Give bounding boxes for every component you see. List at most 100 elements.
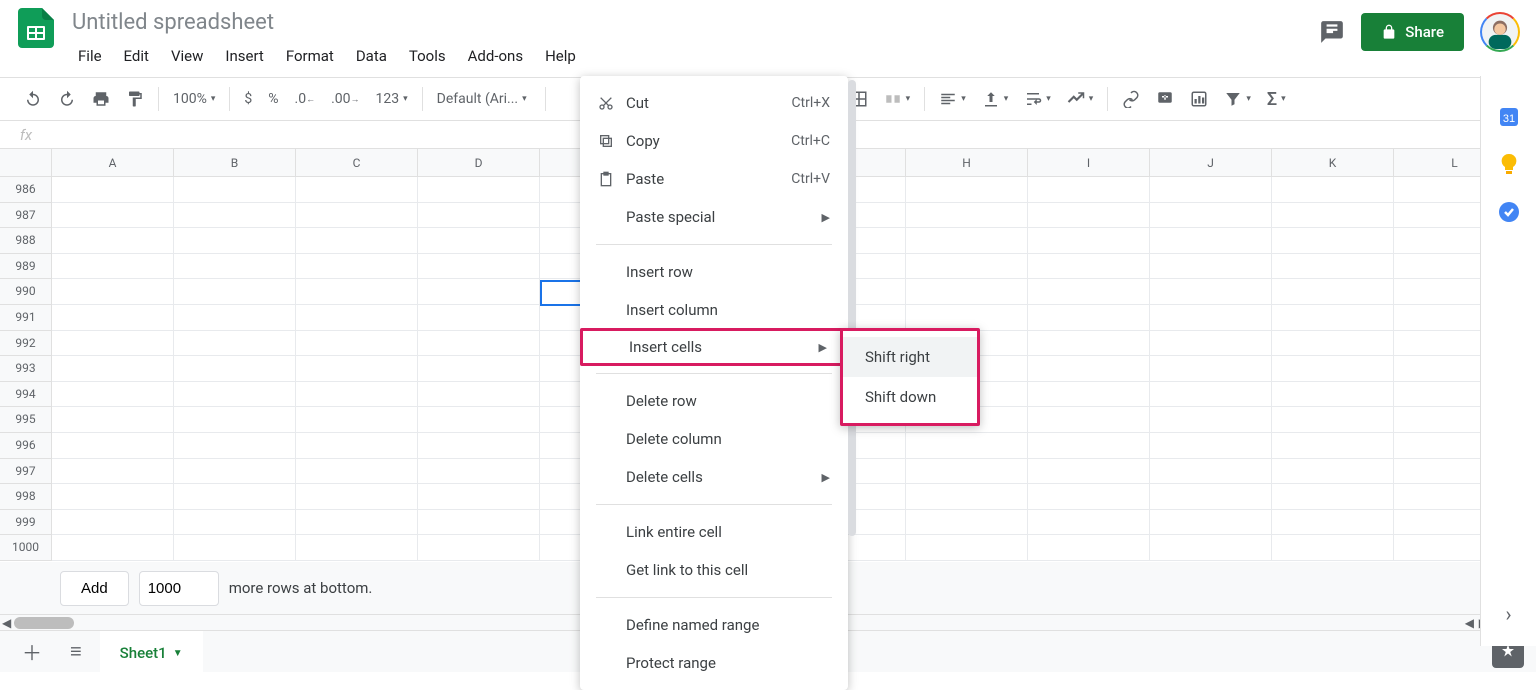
cell[interactable] xyxy=(1028,356,1150,382)
ctx-insert-row[interactable]: Insert row xyxy=(580,253,848,291)
row-header[interactable]: 987 xyxy=(0,203,52,229)
halign-button[interactable] xyxy=(931,84,974,114)
cell[interactable] xyxy=(906,459,1028,485)
cell[interactable] xyxy=(418,254,540,280)
cell[interactable] xyxy=(1272,433,1394,459)
cell[interactable] xyxy=(1272,535,1394,561)
cell[interactable] xyxy=(52,331,174,357)
row-header[interactable]: 992 xyxy=(0,331,52,357)
row-header[interactable]: 995 xyxy=(0,407,52,433)
cell[interactable] xyxy=(52,356,174,382)
cell[interactable] xyxy=(52,459,174,485)
cell[interactable] xyxy=(1028,177,1150,203)
row-header[interactable]: 994 xyxy=(0,382,52,408)
cell[interactable] xyxy=(296,433,418,459)
cell[interactable] xyxy=(1150,510,1272,536)
cell[interactable] xyxy=(418,382,540,408)
ctx-named-range[interactable]: Define named range xyxy=(580,606,848,644)
cell[interactable] xyxy=(174,331,296,357)
cell[interactable] xyxy=(1150,382,1272,408)
col-header[interactable]: B xyxy=(174,149,296,176)
context-menu-scrollbar[interactable] xyxy=(848,80,856,536)
cell[interactable] xyxy=(1272,510,1394,536)
comments-icon[interactable] xyxy=(1319,19,1345,45)
row-header[interactable]: 991 xyxy=(0,305,52,331)
row-header[interactable]: 1000 xyxy=(0,535,52,561)
cell[interactable] xyxy=(418,305,540,331)
cell[interactable] xyxy=(418,433,540,459)
cell[interactable] xyxy=(1272,203,1394,229)
cell[interactable] xyxy=(1150,203,1272,229)
avatar[interactable] xyxy=(1480,12,1520,52)
row-header[interactable]: 997 xyxy=(0,459,52,485)
row-header[interactable]: 996 xyxy=(0,433,52,459)
cell[interactable] xyxy=(1272,331,1394,357)
cell[interactable] xyxy=(296,254,418,280)
cell[interactable] xyxy=(296,535,418,561)
cell[interactable] xyxy=(1028,382,1150,408)
redo-button[interactable] xyxy=(50,84,84,114)
cell[interactable] xyxy=(1028,407,1150,433)
menu-edit[interactable]: Edit xyxy=(114,43,159,69)
calendar-icon[interactable]: 31 xyxy=(1497,104,1521,128)
cell[interactable] xyxy=(1272,407,1394,433)
col-header[interactable]: I xyxy=(1028,149,1150,176)
scroll-left-icon[interactable]: ◀ xyxy=(2,616,11,630)
row-header[interactable]: 988 xyxy=(0,228,52,254)
cell[interactable] xyxy=(1028,433,1150,459)
cell[interactable] xyxy=(174,305,296,331)
cell[interactable] xyxy=(418,535,540,561)
cell[interactable] xyxy=(296,331,418,357)
cell[interactable] xyxy=(174,510,296,536)
cell[interactable] xyxy=(418,356,540,382)
cell[interactable] xyxy=(296,305,418,331)
sheets-logo-icon[interactable] xyxy=(16,8,56,48)
cell[interactable] xyxy=(1028,254,1150,280)
increase-decimal-button[interactable]: .00→ xyxy=(323,85,367,113)
cell[interactable] xyxy=(1028,203,1150,229)
cell[interactable] xyxy=(296,279,418,305)
cell[interactable] xyxy=(174,228,296,254)
cell[interactable] xyxy=(1272,177,1394,203)
cell[interactable] xyxy=(418,510,540,536)
menu-data[interactable]: Data xyxy=(346,43,397,69)
add-rows-button[interactable]: Add xyxy=(60,571,129,606)
cell[interactable] xyxy=(906,305,1028,331)
cell[interactable] xyxy=(296,382,418,408)
add-rows-input[interactable] xyxy=(139,571,219,606)
row-header[interactable]: 999 xyxy=(0,510,52,536)
ctx-insert-cells[interactable]: Insert cells ▶ xyxy=(580,328,848,366)
all-sheets-button[interactable]: ≡ xyxy=(60,635,92,668)
cell[interactable] xyxy=(1150,356,1272,382)
menu-addons[interactable]: Add-ons xyxy=(458,43,533,69)
col-header[interactable]: D xyxy=(418,149,540,176)
cell[interactable] xyxy=(1272,228,1394,254)
cell[interactable] xyxy=(1028,228,1150,254)
share-button[interactable]: Share xyxy=(1361,13,1464,51)
cell[interactable] xyxy=(52,254,174,280)
rotate-button[interactable] xyxy=(1059,84,1102,114)
cell[interactable] xyxy=(174,459,296,485)
cell[interactable] xyxy=(418,407,540,433)
cell[interactable] xyxy=(52,203,174,229)
decrease-decimal-button[interactable]: .0← xyxy=(287,85,324,113)
cell[interactable] xyxy=(52,484,174,510)
menu-insert[interactable]: Insert xyxy=(215,43,273,69)
print-button[interactable] xyxy=(84,84,118,114)
cell[interactable] xyxy=(1150,177,1272,203)
cell[interactable] xyxy=(906,510,1028,536)
select-all-corner[interactable] xyxy=(0,149,52,176)
cell[interactable] xyxy=(174,382,296,408)
percent-button[interactable]: % xyxy=(260,85,286,113)
scroll-right-endleft-icon[interactable]: ◀ xyxy=(1465,616,1474,630)
cell[interactable] xyxy=(906,484,1028,510)
number-format-dropdown[interactable]: 123 xyxy=(368,85,416,113)
merge-button[interactable] xyxy=(876,84,919,114)
col-header[interactable]: J xyxy=(1150,149,1272,176)
menu-file[interactable]: File xyxy=(68,43,112,69)
cell[interactable] xyxy=(1272,459,1394,485)
cell[interactable] xyxy=(418,459,540,485)
cell[interactable] xyxy=(174,356,296,382)
row-header[interactable]: 998 xyxy=(0,484,52,510)
cell[interactable] xyxy=(174,407,296,433)
